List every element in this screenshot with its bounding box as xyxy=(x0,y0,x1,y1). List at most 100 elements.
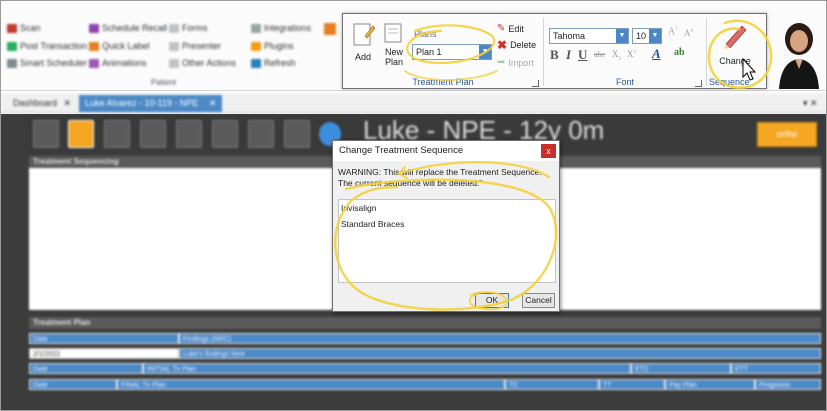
animations-label: Animations xyxy=(102,58,147,68)
superscript-icon[interactable]: X2 xyxy=(627,49,636,59)
delete-label: Delete xyxy=(510,40,537,50)
change-sequence-button[interactable]: Change xyxy=(712,22,758,66)
forms-button[interactable]: Forms xyxy=(169,23,208,33)
schedule-recall-button[interactable]: Schedule Recall xyxy=(89,23,167,33)
chevron-down-icon[interactable]: ▼ xyxy=(649,29,661,43)
gallery-icon[interactable] xyxy=(176,120,202,148)
plan-select[interactable]: Plan 1 ▼ xyxy=(412,44,492,60)
ok-button[interactable]: OK xyxy=(475,293,509,308)
chevron-down-icon[interactable]: ▼ xyxy=(616,29,628,43)
presenter-icon xyxy=(169,41,179,51)
treatment-plan-header: Treatment Plan xyxy=(29,317,821,329)
highlight-color-icon[interactable]: ab xyxy=(674,47,685,58)
list-item[interactable]: Standard Braces xyxy=(339,216,555,232)
pencil-edit-icon xyxy=(724,25,747,49)
font-size-select[interactable]: 10 ▼ xyxy=(632,28,662,44)
animations-button[interactable]: Animations xyxy=(89,58,147,68)
grid-cell[interactable]: ETC xyxy=(631,363,731,374)
patient-group-label: Patient xyxy=(151,78,176,87)
refresh-button[interactable]: Refresh xyxy=(251,58,296,68)
cancel-button[interactable]: Cancel xyxy=(522,293,555,308)
plugins-button[interactable]: Plugins xyxy=(251,41,294,51)
bold-icon[interactable]: B xyxy=(550,47,559,63)
subscript-icon[interactable]: X2 xyxy=(612,49,621,62)
grid-cell[interactable]: Date xyxy=(29,333,179,344)
forms-icon xyxy=(169,23,179,33)
font-family-select[interactable]: Tahoma ▼ xyxy=(549,28,629,44)
grow-font-icon[interactable]: A^ xyxy=(668,26,678,37)
grid-cell[interactable]: Pay Plan xyxy=(665,379,755,390)
grid-cell[interactable]: INITIAL Tx Plan xyxy=(143,363,631,374)
refresh-icon xyxy=(251,58,261,68)
grid-cell[interactable]: TC xyxy=(505,379,599,390)
import-plan-button[interactable]: ➥ Import xyxy=(497,57,534,69)
scan-label: Scan xyxy=(20,23,41,33)
grid-cell[interactable]: FINAL Tx Plan xyxy=(117,379,505,390)
font-launcher-icon[interactable] xyxy=(695,80,702,87)
save-icon[interactable] xyxy=(140,120,166,148)
list-item[interactable]: Invisalign xyxy=(339,200,555,216)
chevron-down-icon[interactable]: ▼ xyxy=(479,45,491,59)
strikethrough-icon[interactable]: abc xyxy=(594,50,605,59)
import-icon: ➥ xyxy=(497,57,506,68)
quick-label-button[interactable]: Quick Label xyxy=(89,41,150,51)
chevron-down-icon[interactable]: ▾ ✕ xyxy=(797,95,824,112)
grid-cell[interactable]: 2/1/2022 xyxy=(29,348,179,359)
delete-x-icon: ✖ xyxy=(497,38,508,52)
italic-icon[interactable]: I xyxy=(566,47,571,63)
document-icon[interactable] xyxy=(104,120,130,148)
pencil-icon: ✎ xyxy=(497,23,506,34)
close-icon[interactable]: x xyxy=(541,144,556,158)
close-icon[interactable]: ✕ xyxy=(64,98,72,108)
grid-cell[interactable]: Findings (NRC) xyxy=(179,333,821,344)
other-actions-button[interactable]: Other Actions xyxy=(169,58,236,68)
change-treatment-sequence-dialog: Change Treatment Sequence x WARNING: Thi… xyxy=(332,140,560,312)
plugin-icon xyxy=(251,41,261,51)
delete-plan-button[interactable]: ✖ Delete xyxy=(497,38,537,52)
smart-scheduler-label: Smart Scheduler xyxy=(20,58,88,68)
post-transaction-button[interactable]: Post Transaction xyxy=(7,41,87,51)
grid-cell[interactable]: Date xyxy=(29,379,117,390)
scan-button[interactable]: Scan xyxy=(7,23,41,33)
tab-patient[interactable]: Luke Alvarez - 10-119 - NPE ✕ xyxy=(79,95,223,112)
integrations-button[interactable]: Integrations xyxy=(251,23,311,33)
treatment-plan-launcher-icon[interactable] xyxy=(532,80,539,87)
new-plan-label: New Plan xyxy=(384,47,403,67)
plans-label: Plans xyxy=(414,29,437,39)
camera-icon[interactable] xyxy=(284,120,310,148)
treatment-plan-group-label: Treatment Plan xyxy=(412,77,474,87)
animation-icon xyxy=(89,58,99,68)
grid-cell[interactable]: ETT xyxy=(731,363,821,374)
grid-cell[interactable]: Date xyxy=(29,363,143,374)
home-icon[interactable] xyxy=(33,120,59,148)
ortho-button[interactable]: ortho xyxy=(757,122,817,147)
treatment-plan-icon[interactable] xyxy=(68,120,94,148)
close-icon[interactable]: ✕ xyxy=(209,98,217,108)
font-size-value: 10 xyxy=(636,31,647,41)
plugins-label: Plugins xyxy=(264,41,294,51)
plan-select-value: Plan 1 xyxy=(416,47,442,57)
sequence-list[interactable]: Invisalign Standard Braces xyxy=(338,199,556,283)
add-plan-button[interactable]: Add xyxy=(349,22,377,62)
scan-icon xyxy=(7,23,17,33)
grid-cell[interactable]: Luke's findings here xyxy=(179,348,821,359)
tab-dashboard[interactable]: Dashboard ✕ xyxy=(7,95,77,112)
orange-tool-icon[interactable] xyxy=(324,23,336,35)
smart-scheduler-button[interactable]: Smart Scheduler xyxy=(7,58,87,68)
sequence-group-label: Sequence xyxy=(709,77,750,87)
dialog-title-bar[interactable]: Change Treatment Sequence xyxy=(333,141,559,161)
new-plan-button[interactable]: New Plan xyxy=(381,22,407,67)
grid-cell[interactable]: TT xyxy=(599,379,665,390)
underline-icon[interactable]: U xyxy=(578,47,587,63)
integrations-label: Integrations xyxy=(264,23,312,33)
link-icon[interactable] xyxy=(248,120,274,148)
other-actions-label: Other Actions xyxy=(182,58,237,68)
font-color-icon[interactable]: A xyxy=(652,46,661,62)
shrink-font-icon[interactable]: Av xyxy=(684,28,694,38)
presenter-button[interactable]: Presenter xyxy=(169,41,221,51)
grid-cell[interactable]: Prognosis xyxy=(755,379,821,390)
umbrella-icon[interactable] xyxy=(212,120,238,148)
import-label: Import xyxy=(508,58,534,68)
edit-plan-button[interactable]: ✎ Edit xyxy=(497,23,524,35)
ribbon-highlighted-section: Add New Plan Plans Plan 1 ▼ ✎ Edit ✖ Del… xyxy=(342,13,767,89)
